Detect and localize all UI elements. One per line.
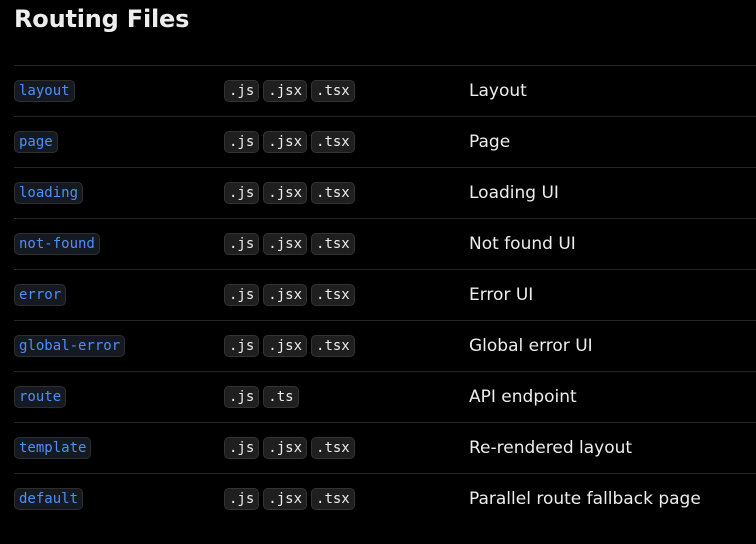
extension-tag: .tsx	[311, 335, 355, 357]
extension-tag: .js	[224, 386, 260, 408]
extension-tag: .js	[224, 488, 260, 510]
description-cell: Not found UI	[469, 234, 576, 254]
file-name: template	[14, 437, 92, 459]
description-cell: Error UI	[469, 285, 534, 305]
file-name: layout	[14, 80, 75, 102]
routing-files-table: layout .js .jsx .tsx Layout page .js .js…	[14, 65, 756, 524]
file-cell: route	[14, 386, 67, 408]
file-cell: layout	[14, 80, 75, 102]
extension-tag: .jsx	[263, 488, 308, 510]
extension-tag: .js	[224, 335, 260, 357]
file-name: default	[14, 488, 84, 510]
extension-tag: .jsx	[263, 335, 308, 357]
extension-tag: .ts	[263, 386, 299, 408]
file-cell: template	[14, 437, 92, 459]
extension-tag: .tsx	[311, 182, 355, 204]
description-cell: API endpoint	[469, 387, 577, 407]
table-row: error .js .jsx .tsx Error UI	[14, 269, 756, 320]
file-name: not-found	[14, 233, 100, 255]
table-row: default .js .jsx .tsx Parallel route fal…	[14, 473, 756, 524]
extension-tag: .jsx	[263, 284, 308, 306]
file-name: page	[14, 131, 58, 153]
table-row: loading .js .jsx .tsx Loading UI	[14, 167, 756, 218]
description-cell: Layout	[469, 81, 527, 101]
extensions-cell: .js .jsx .tsx	[224, 233, 355, 255]
table-row: layout .js .jsx .tsx Layout	[14, 65, 756, 116]
file-name: route	[14, 386, 67, 408]
extensions-cell: .js .jsx .tsx	[224, 335, 355, 357]
file-name: global-error	[14, 335, 126, 357]
extension-tag: .tsx	[311, 131, 355, 153]
description-cell: Loading UI	[469, 183, 559, 203]
extension-tag: .js	[224, 437, 260, 459]
description-cell: Re-rendered layout	[469, 438, 633, 458]
extension-tag: .js	[224, 284, 260, 306]
extension-tag: .jsx	[263, 131, 308, 153]
table-row: global-error .js .jsx .tsx Global error …	[14, 320, 756, 371]
extensions-cell: .js .jsx .tsx	[224, 488, 355, 510]
file-name: error	[14, 284, 67, 306]
extension-tag: .jsx	[263, 437, 308, 459]
extension-tag: .js	[224, 131, 260, 153]
table-row: not-found .js .jsx .tsx Not found UI	[14, 218, 756, 269]
extension-tag: .tsx	[311, 233, 355, 255]
description-cell: Page	[469, 132, 511, 152]
description-cell: Global error UI	[469, 336, 593, 356]
extension-tag: .js	[224, 233, 260, 255]
extension-tag: .tsx	[311, 437, 355, 459]
extensions-cell: .js .jsx .tsx	[224, 284, 355, 306]
file-cell: page	[14, 131, 58, 153]
table-row: template .js .jsx .tsx Re-rendered layou…	[14, 422, 756, 473]
extension-tag: .jsx	[263, 233, 308, 255]
page-title: Routing Files	[14, 5, 190, 33]
extension-tag: .js	[224, 80, 260, 102]
file-cell: global-error	[14, 335, 126, 357]
file-cell: loading	[14, 182, 84, 204]
table-row: page .js .jsx .tsx Page	[14, 116, 756, 167]
extension-tag: .tsx	[311, 80, 355, 102]
extension-tag: .tsx	[311, 284, 355, 306]
table-row: route .js .ts API endpoint	[14, 371, 756, 422]
extension-tag: .js	[224, 182, 260, 204]
extensions-cell: .js .jsx .tsx	[224, 80, 355, 102]
extensions-cell: .js .jsx .tsx	[224, 437, 355, 459]
extensions-cell: .js .jsx .tsx	[224, 182, 355, 204]
extensions-cell: .js .ts	[224, 386, 299, 408]
file-cell: default	[14, 488, 84, 510]
extension-tag: .tsx	[311, 488, 355, 510]
file-name: loading	[14, 182, 84, 204]
extensions-cell: .js .jsx .tsx	[224, 131, 355, 153]
file-cell: error	[14, 284, 67, 306]
description-cell: Parallel route fallback page	[469, 489, 701, 509]
file-cell: not-found	[14, 233, 100, 255]
extension-tag: .jsx	[263, 182, 308, 204]
extension-tag: .jsx	[263, 80, 308, 102]
